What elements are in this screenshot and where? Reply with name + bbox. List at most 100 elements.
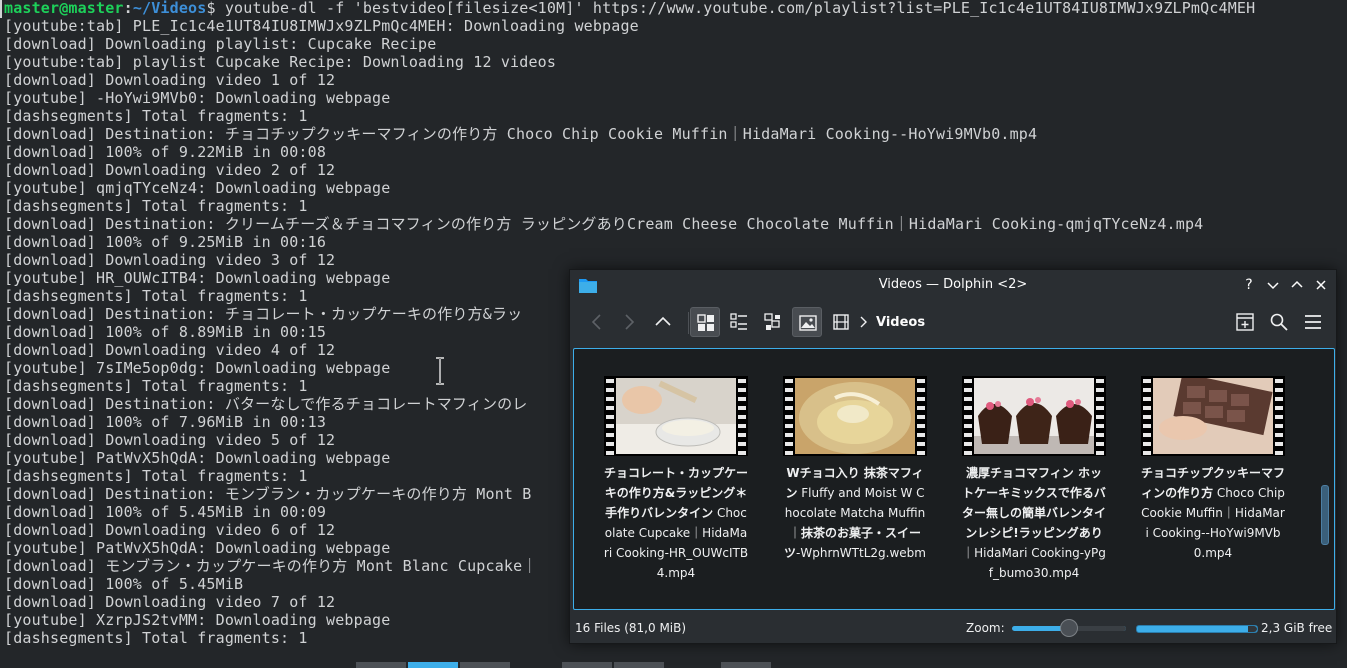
back-button[interactable] [582, 307, 612, 337]
free-space-label: 2,3 GiB free [1261, 621, 1333, 635]
help-button[interactable]: ? [1238, 274, 1260, 296]
view-icons-icon [697, 314, 714, 331]
terminal-line: [download] Destination: チョコレート・カップケーキの作り… [4, 305, 523, 323]
file-name-jp: 濃厚チョコマフィン ホットケーキミックスで作るバター無しの簡単バレンタインレシピ… [961, 466, 1106, 540]
video-thumbnail [1141, 376, 1285, 456]
close-button[interactable] [1310, 274, 1332, 296]
terminal-line: [youtube:tab] PLE_Ic1c4e1UT84IU8IMWJx9ZL… [4, 17, 639, 35]
view-details-icon [764, 313, 780, 330]
terminal-line: [youtube] HR_OUWcITB4: Downloading webpa… [4, 269, 391, 287]
terminal-line: [dashsegments] Total fragments: 1 [4, 197, 308, 215]
terminal-edge-marker [0, 0, 2, 18]
view-compact-icon [730, 313, 747, 330]
terminal-line: [download] Downloading video 1 of 12 [4, 71, 336, 89]
file-item[interactable]: チョコチップクッキーマフィンの作り方 Choco Chip Cookie Muf… [1126, 349, 1288, 609]
file-name: チョコレート・カップケーキの作り方&ラッピング＊手作りバレンタイン Chocol… [603, 463, 749, 583]
video-thumbnail [783, 376, 927, 456]
file-name: チョコチップクッキーマフィンの作り方 Choco Chip Cookie Muf… [1140, 463, 1286, 563]
file-item[interactable]: Wチョコ入り 抹茶マフィン Fluffy and Moist W Chocola… [768, 349, 930, 609]
prompt-dollar: $ [206, 0, 216, 17]
terminal-line: [download] 100% of 9.22MiB in 00:08 [4, 143, 327, 161]
film-strip-icon [833, 314, 849, 330]
prompt-command: youtube-dl -f 'bestvideo[filesize<10M]' … [215, 0, 1256, 17]
terminal-line: [download] Destination: チョコチップクッキーマフィンの作… [4, 125, 1038, 143]
new-tab-button[interactable] [1230, 307, 1260, 337]
terminal-line: [youtube] PatWvX5hQdA: Downloading webpa… [4, 449, 391, 467]
terminal-line: [download] Downloading video 2 of 12 [4, 161, 336, 179]
terminal-line: [dashsegments] Total fragments: 1 [4, 287, 308, 305]
thumbnail-image [1153, 378, 1273, 454]
terminal-line: [download] Downloading video 3 of 12 [4, 251, 336, 269]
compact-view-button[interactable] [724, 307, 754, 337]
chevron-up-icon [1291, 280, 1303, 288]
terminal-prompt-line: master@master:~/Videos$ youtube-dl -f 'b… [4, 0, 1255, 17]
maximize-button[interactable] [1286, 274, 1308, 296]
menu-button[interactable] [1298, 307, 1328, 337]
file-name: 濃厚チョコマフィン ホットケーキミックスで作るバター無しの簡単バレンタインレシピ… [961, 463, 1107, 583]
taskbar-segment-active[interactable] [408, 662, 458, 668]
arrow-up-icon [655, 316, 671, 326]
terminal-line: [youtube] -HoYwi9MVb0: Downloading webpa… [4, 89, 391, 107]
terminal-line: [download] Destination: クリームチーズ＆チョコマフィンの… [4, 215, 1204, 233]
dolphin-window[interactable]: Videos — Dolphin <2> ? Videos チョコレート・カップ… [569, 269, 1337, 644]
terminal-line: [download] モンブラン・カップケーキの作り方 Mont Blanc C… [4, 557, 538, 575]
up-button[interactable] [648, 307, 678, 337]
taskbar-segment[interactable] [562, 662, 612, 668]
search-button[interactable] [1264, 307, 1294, 337]
zoom-slider-handle[interactable] [1060, 619, 1078, 637]
terminal-line: [download] 100% of 9.25MiB in 00:16 [4, 233, 327, 251]
terminal-line: [download] Destination: モンブラン・カップケーキの作り方… [4, 485, 532, 503]
thumbnail-image [974, 378, 1094, 454]
file-name-en: ｜HidaMari Cooking-yPgf_bumo30.mp4 [962, 546, 1106, 580]
file-name: Wチョコ入り 抹茶マフィン Fluffy and Moist W Chocola… [782, 463, 928, 563]
hamburger-menu-icon [1305, 315, 1321, 329]
vertical-scrollbar[interactable] [1321, 485, 1329, 545]
terminal-line: [youtube] qmjqTYceNz4: Downloading webpa… [4, 179, 391, 197]
breadcrumb-chevron-icon [860, 316, 867, 328]
toolbar: Videos [570, 300, 1336, 346]
zoom-label: Zoom: [966, 621, 1005, 635]
minimize-button[interactable] [1262, 274, 1284, 296]
terminal-line: [download] Downloading video 6 of 12 [4, 521, 336, 539]
terminal-line: [download] 100% of 8.89MiB in 00:15 [4, 323, 327, 341]
file-item[interactable]: チョコレート・カップケーキの作り方&ラッピング＊手作りバレンタイン Chocol… [589, 349, 751, 609]
taskbar-segment[interactable] [721, 662, 771, 668]
breadcrumb-videos[interactable]: Videos [876, 315, 925, 330]
terminal-line: [dashsegments] Total fragments: 1 [4, 467, 308, 485]
window-titlebar[interactable]: Videos — Dolphin <2> ? [570, 270, 1336, 300]
thumbnail-image [795, 378, 915, 454]
preview-toggle-button[interactable] [792, 307, 822, 337]
split-view-button[interactable] [826, 307, 856, 337]
taskbar-segment[interactable] [460, 662, 510, 668]
icons-view-button[interactable] [690, 307, 720, 337]
window-title: Videos — Dolphin <2> [878, 277, 1028, 292]
details-view-button[interactable] [758, 307, 788, 337]
prompt-path: ~/Videos [132, 0, 207, 17]
terminal-line: [download] Downloading playlist: Cupcake… [4, 35, 437, 53]
taskbar-strip [356, 662, 776, 668]
file-item[interactable]: 濃厚チョコマフィン ホットケーキミックスで作るバター無しの簡単バレンタインレシピ… [947, 349, 1109, 609]
file-name-en: -WphrnWTtL2g.webm [796, 546, 926, 560]
status-bar: 16 Files (81,0 MiB) Zoom: 2,3 GiB free [570, 614, 1336, 643]
terminal-line: [download] 100% of 7.96MiB in 00:13 [4, 413, 327, 431]
toolbar-separator [688, 312, 689, 334]
terminal-line: [download] Downloading video 5 of 12 [4, 431, 336, 449]
terminal-line: [download] Downloading video 7 of 12 [4, 593, 336, 611]
image-preview-icon [799, 315, 817, 331]
file-view[interactable]: チョコレート・カップケーキの作り方&ラッピング＊手作りバレンタイン Chocol… [573, 348, 1335, 610]
arrow-right-icon [625, 314, 635, 330]
terminal-line: [youtube:tab] playlist Cupcake Recipe: D… [4, 53, 557, 71]
video-thumbnail [962, 376, 1106, 456]
terminal-line: [download] 100% of 5.45MiB [4, 575, 244, 593]
terminal-line: [youtube] 7sIMe5op0dg: Downloading webpa… [4, 359, 391, 377]
terminal-line: [youtube] PatWvX5hQdA: Downloading webpa… [4, 539, 391, 557]
file-count-label: 16 Files (81,0 MiB) [575, 621, 687, 635]
terminal-line: [download] 100% of 5.45MiB in 00:09 [4, 503, 327, 521]
forward-button[interactable] [614, 307, 644, 337]
chevron-down-icon [1267, 282, 1279, 290]
taskbar-segment[interactable] [614, 662, 664, 668]
terminal-line: [dashsegments] Total fragments: 1 [4, 107, 308, 125]
taskbar-segment[interactable] [356, 662, 406, 668]
prompt-separator: : [123, 0, 133, 17]
video-thumbnail [604, 376, 748, 456]
